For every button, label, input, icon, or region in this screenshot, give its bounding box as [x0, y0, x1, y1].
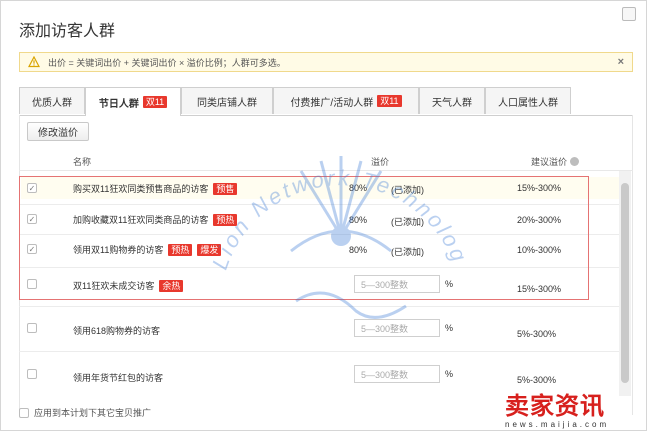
- row-suggest: 5%-300%: [517, 375, 557, 385]
- row-name-cell: 领用618购物券的访客: [73, 324, 160, 337]
- tab-label: 优质人群: [32, 97, 72, 109]
- tab-label: 人口属性人群: [498, 97, 558, 109]
- row-checkbox[interactable]: [27, 323, 37, 333]
- scrollbar-thumb[interactable]: [621, 183, 629, 383]
- premium-input[interactable]: 5—300整数: [354, 319, 440, 337]
- table-header: 名称 溢价 建议溢价: [19, 151, 633, 171]
- tab-tag: 双11: [377, 95, 402, 107]
- row-divider: [19, 351, 619, 352]
- tab-tag: 双11: [142, 96, 168, 108]
- row-suggest: 5%-300%: [517, 329, 557, 339]
- tab-weather[interactable]: 天气人群: [419, 87, 485, 114]
- header-suggest: 建议溢价: [531, 155, 580, 168]
- add-visitor-audience-dialog: 添加访客人群 出价 = 关键词出价 + 关键词出价 × 溢价比例；人群可多选。 …: [0, 0, 647, 431]
- apply-label: 应用到本计划下其它宝贝推广: [34, 408, 152, 418]
- header-suggest-label: 建议溢价: [531, 157, 568, 167]
- row-name-cell: 领用年货节红包的访客: [73, 371, 163, 384]
- tab-quality[interactable]: 优质人群: [19, 87, 85, 114]
- edit-premium-button[interactable]: 修改溢价: [27, 122, 89, 141]
- notice-text: 出价 = 关键词出价 + 关键词出价 × 溢价比例；人群可多选。: [48, 57, 286, 68]
- dialog-title: 添加访客人群: [19, 23, 116, 40]
- table-row: 领用618购物券的访客 5—300整数 % 5%-300%: [21, 313, 619, 347]
- tab-similar-store[interactable]: 同类店铺人群: [181, 87, 273, 114]
- tab-label: 节日人群: [98, 98, 139, 110]
- row-divider: [19, 306, 619, 307]
- apply-checkbox[interactable]: [19, 407, 29, 418]
- table-row: 领用年货节红包的访客 5—300整数 % 5%-300%: [21, 357, 619, 393]
- corner-watermark-url: news.maijia.com: [505, 420, 610, 429]
- premium-input[interactable]: 5—300整数: [354, 365, 440, 383]
- notice-bar: 出价 = 关键词出价 + 关键词出价 × 溢价比例；人群可多选。 ×: [19, 52, 633, 72]
- tab-paid-promo[interactable]: 付费推广/活动人群 双11: [273, 87, 419, 114]
- audience-tabs: 优质人群 节日人群 双11 同类店铺人群 付费推广/活动人群 双11 天气人群 人口…: [19, 87, 633, 116]
- tab-demographic[interactable]: 人口属性人群: [485, 87, 571, 114]
- warning-icon: [28, 56, 40, 68]
- tab-label: 同类店铺人群: [197, 97, 257, 109]
- help-icon[interactable]: [570, 157, 580, 166]
- close-icon[interactable]: [622, 7, 636, 21]
- header-name: 名称: [73, 157, 92, 167]
- row-name: 领用618购物券的访客: [73, 326, 161, 336]
- selected-rows-highlight: [19, 176, 589, 300]
- row-name: 领用年货节红包的访客: [73, 373, 164, 383]
- tab-label: 付费推广/活动人群: [290, 97, 374, 109]
- percent-sign: %: [445, 369, 454, 379]
- row-checkbox[interactable]: [27, 369, 37, 379]
- tab-holiday[interactable]: 节日人群 双11: [85, 87, 181, 116]
- footer: 应用到本计划下其它宝贝推广: [19, 406, 151, 419]
- header-premium: 溢价: [371, 157, 390, 167]
- tab-label: 天气人群: [432, 97, 472, 109]
- percent-sign: %: [445, 323, 454, 333]
- notice-close-icon[interactable]: ×: [618, 56, 624, 68]
